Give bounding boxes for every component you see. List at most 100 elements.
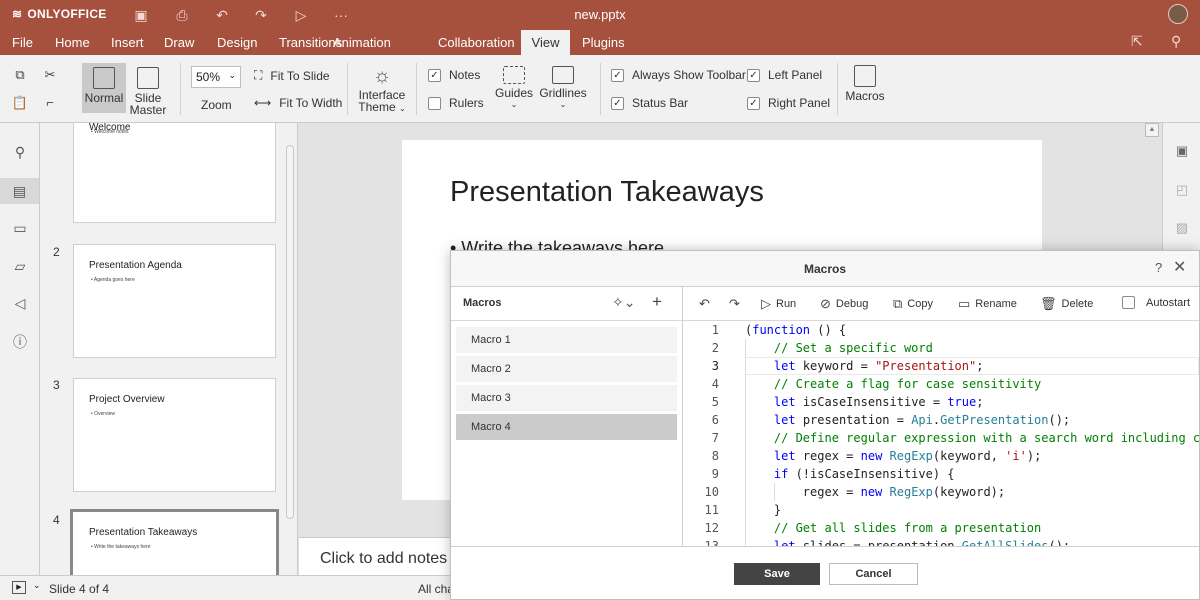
gridlines-button[interactable]: Gridlines ⌄ [538, 66, 588, 111]
play-slideshow-icon[interactable]: ▶ [12, 581, 26, 594]
separator [837, 63, 838, 115]
slides-panel-icon[interactable]: ▤ [0, 178, 39, 204]
save-status: All cha [418, 582, 455, 596]
chat-icon[interactable]: ▱ [10, 256, 30, 276]
document-title: new.pptx [574, 7, 626, 22]
feedback-icon[interactable]: ◁ [10, 293, 30, 313]
left-sidebar: ⚲ ▤ ▭ ▱ ◁ ⓘ [0, 123, 40, 575]
slide-thumbnails-panel: Welcome • Welcome notes 2 Presentation A… [40, 123, 298, 575]
status-bar-checkbox[interactable]: ✓ Status Bar [611, 96, 688, 110]
interface-theme-button[interactable]: ☼ Interface Theme ⌄ [358, 63, 406, 115]
copy-icon: ⧉ [893, 296, 903, 311]
help-icon[interactable]: ? [1155, 260, 1162, 275]
tab-animation[interactable]: Animation [323, 30, 400, 55]
slide-thumbnail-1[interactable]: Welcome • Welcome notes [73, 123, 276, 223]
cut-icon[interactable]: ✂ [41, 66, 59, 84]
paste-icon[interactable]: 📋 [11, 94, 29, 112]
autostart-checkbox[interactable]: Autostart [1122, 296, 1190, 309]
notes-checkbox[interactable]: ✓ Notes [428, 68, 480, 82]
fit-to-slide-icon: ⛶ [254, 68, 263, 82]
slide-thumbnail-4[interactable]: Presentation Takeaways • Write the takea… [70, 509, 279, 575]
status-bar-check-icon[interactable]: ✓ [611, 96, 624, 110]
chevron-down-icon[interactable]: ⌄ [33, 580, 41, 591]
about-icon[interactable]: ⓘ [10, 332, 30, 352]
search-icon[interactable]: ⚲ [10, 142, 30, 162]
rulers-checkbox[interactable]: Rulers [428, 96, 484, 110]
code-editor[interactable]: 1 2 3 4 5 6 7 8 9 10 11 12 13 (function … [683, 321, 1199, 546]
debug-button[interactable]: ⊘ Debug [820, 296, 868, 312]
tab-file[interactable]: File [3, 30, 42, 55]
separator [180, 63, 181, 115]
slide-thumbnail-3[interactable]: Project Overview • Overview [73, 378, 276, 492]
close-icon[interactable]: ✕ [1173, 257, 1186, 277]
gridlines-icon [552, 66, 574, 84]
left-panel-checkbox[interactable]: ✓ Left Panel [747, 68, 822, 82]
tab-plugins[interactable]: Plugins [573, 30, 634, 55]
redo-icon[interactable]: ↷ [729, 296, 740, 312]
add-macro-icon[interactable]: + [652, 292, 662, 312]
tab-collaboration[interactable]: Collaboration [429, 30, 524, 55]
line-number: 11 [704, 503, 719, 517]
guides-button[interactable]: Guides ⌄ [494, 66, 534, 111]
zoom-select[interactable]: 50% ⌄ [191, 66, 241, 88]
tab-design[interactable]: Design [208, 30, 266, 55]
gridlines-label: Gridlines [539, 86, 587, 100]
slide-settings-icon[interactable]: ▣ [1173, 142, 1191, 160]
tab-draw[interactable]: Draw [155, 30, 203, 55]
save-button[interactable]: Save [734, 563, 820, 585]
image-settings-icon[interactable]: ▨ [1173, 219, 1191, 237]
comments-icon[interactable]: ▭ [10, 218, 30, 238]
copy-button[interactable]: ⧉ Copy [893, 296, 933, 312]
left-panel-label: Left Panel [768, 68, 823, 82]
undo-icon[interactable]: ↶ [699, 296, 710, 312]
thumbnails-scrollbar[interactable] [286, 145, 294, 519]
notes-label: Notes [449, 68, 481, 82]
cancel-button[interactable]: Cancel [829, 563, 918, 585]
line-number: 8 [711, 449, 719, 463]
macro-item[interactable]: Macro 3 [456, 385, 677, 411]
autostart-check-box[interactable] [1122, 296, 1135, 309]
ribbon-view: ⧉ ✂ 📋 ⌐ Normal Slide Master 50% ⌄ Zoom ⛶… [0, 55, 1200, 123]
dialog-header: Macros ? ✕ [451, 251, 1199, 287]
fit-to-width-button[interactable]: ⟷ Fit To Width [254, 96, 342, 110]
line-number: 10 [704, 485, 719, 499]
tab-home[interactable]: Home [46, 30, 99, 55]
format-painter-icon[interactable]: ⌐ [41, 94, 59, 112]
delete-button[interactable]: 🗑 Delete [1040, 296, 1093, 312]
right-panel-check-icon[interactable]: ✓ [747, 96, 760, 110]
sun-icon: ☼ [372, 65, 392, 87]
fit-to-width-icon: ⟷ [254, 96, 272, 110]
open-location-icon[interactable]: ⇱ [1131, 33, 1143, 50]
tab-view[interactable]: View [521, 30, 570, 55]
search-icon[interactable]: ⚲ [1171, 33, 1181, 50]
line-number: 9 [711, 467, 719, 481]
run-button[interactable]: ▷ Run [761, 296, 796, 312]
macro-item[interactable]: Macro 2 [456, 356, 677, 382]
thumbnail-title: Presentation Agenda [89, 260, 182, 271]
always-show-toolbar-checkbox[interactable]: ✓ Always Show Toolbar [611, 68, 746, 82]
slide-thumbnail-2[interactable]: Presentation Agenda • Agenda goes here [73, 244, 276, 358]
user-avatar[interactable] [1168, 4, 1188, 24]
normal-view-button[interactable]: Normal [82, 63, 126, 113]
right-panel-label: Right Panel [768, 96, 831, 110]
slide-master-button[interactable]: Slide Master [128, 63, 168, 116]
macro-code[interactable]: (function () { // Set a specific word le… [745, 321, 1199, 546]
fit-to-slide-button[interactable]: ⛶ Fit To Slide [254, 68, 330, 83]
macros-button[interactable]: Macros [843, 65, 887, 102]
copy-icon[interactable]: ⧉ [11, 66, 29, 84]
left-panel-check-icon[interactable]: ✓ [747, 68, 760, 82]
rename-button[interactable]: ▭ Rename [958, 296, 1017, 312]
slide-number: 4 [53, 513, 60, 527]
slide-title[interactable]: Presentation Takeaways [450, 176, 764, 209]
autostart-label: Autostart [1146, 296, 1191, 309]
tab-insert[interactable]: Insert [102, 30, 153, 55]
shape-settings-icon[interactable]: ◰ [1173, 181, 1191, 199]
right-panel-checkbox[interactable]: ✓ Right Panel [747, 96, 830, 110]
rulers-check-box[interactable] [428, 96, 441, 110]
macro-item-selected[interactable]: Macro 4 [456, 414, 677, 440]
ai-assist-icon[interactable]: ✧⌄ [612, 294, 635, 311]
scroll-up-arrow-icon[interactable]: ▲ [1145, 123, 1159, 137]
macro-item[interactable]: Macro 1 [456, 327, 677, 353]
notes-check-icon[interactable]: ✓ [428, 68, 441, 82]
always-show-toolbar-check-icon[interactable]: ✓ [611, 68, 624, 82]
